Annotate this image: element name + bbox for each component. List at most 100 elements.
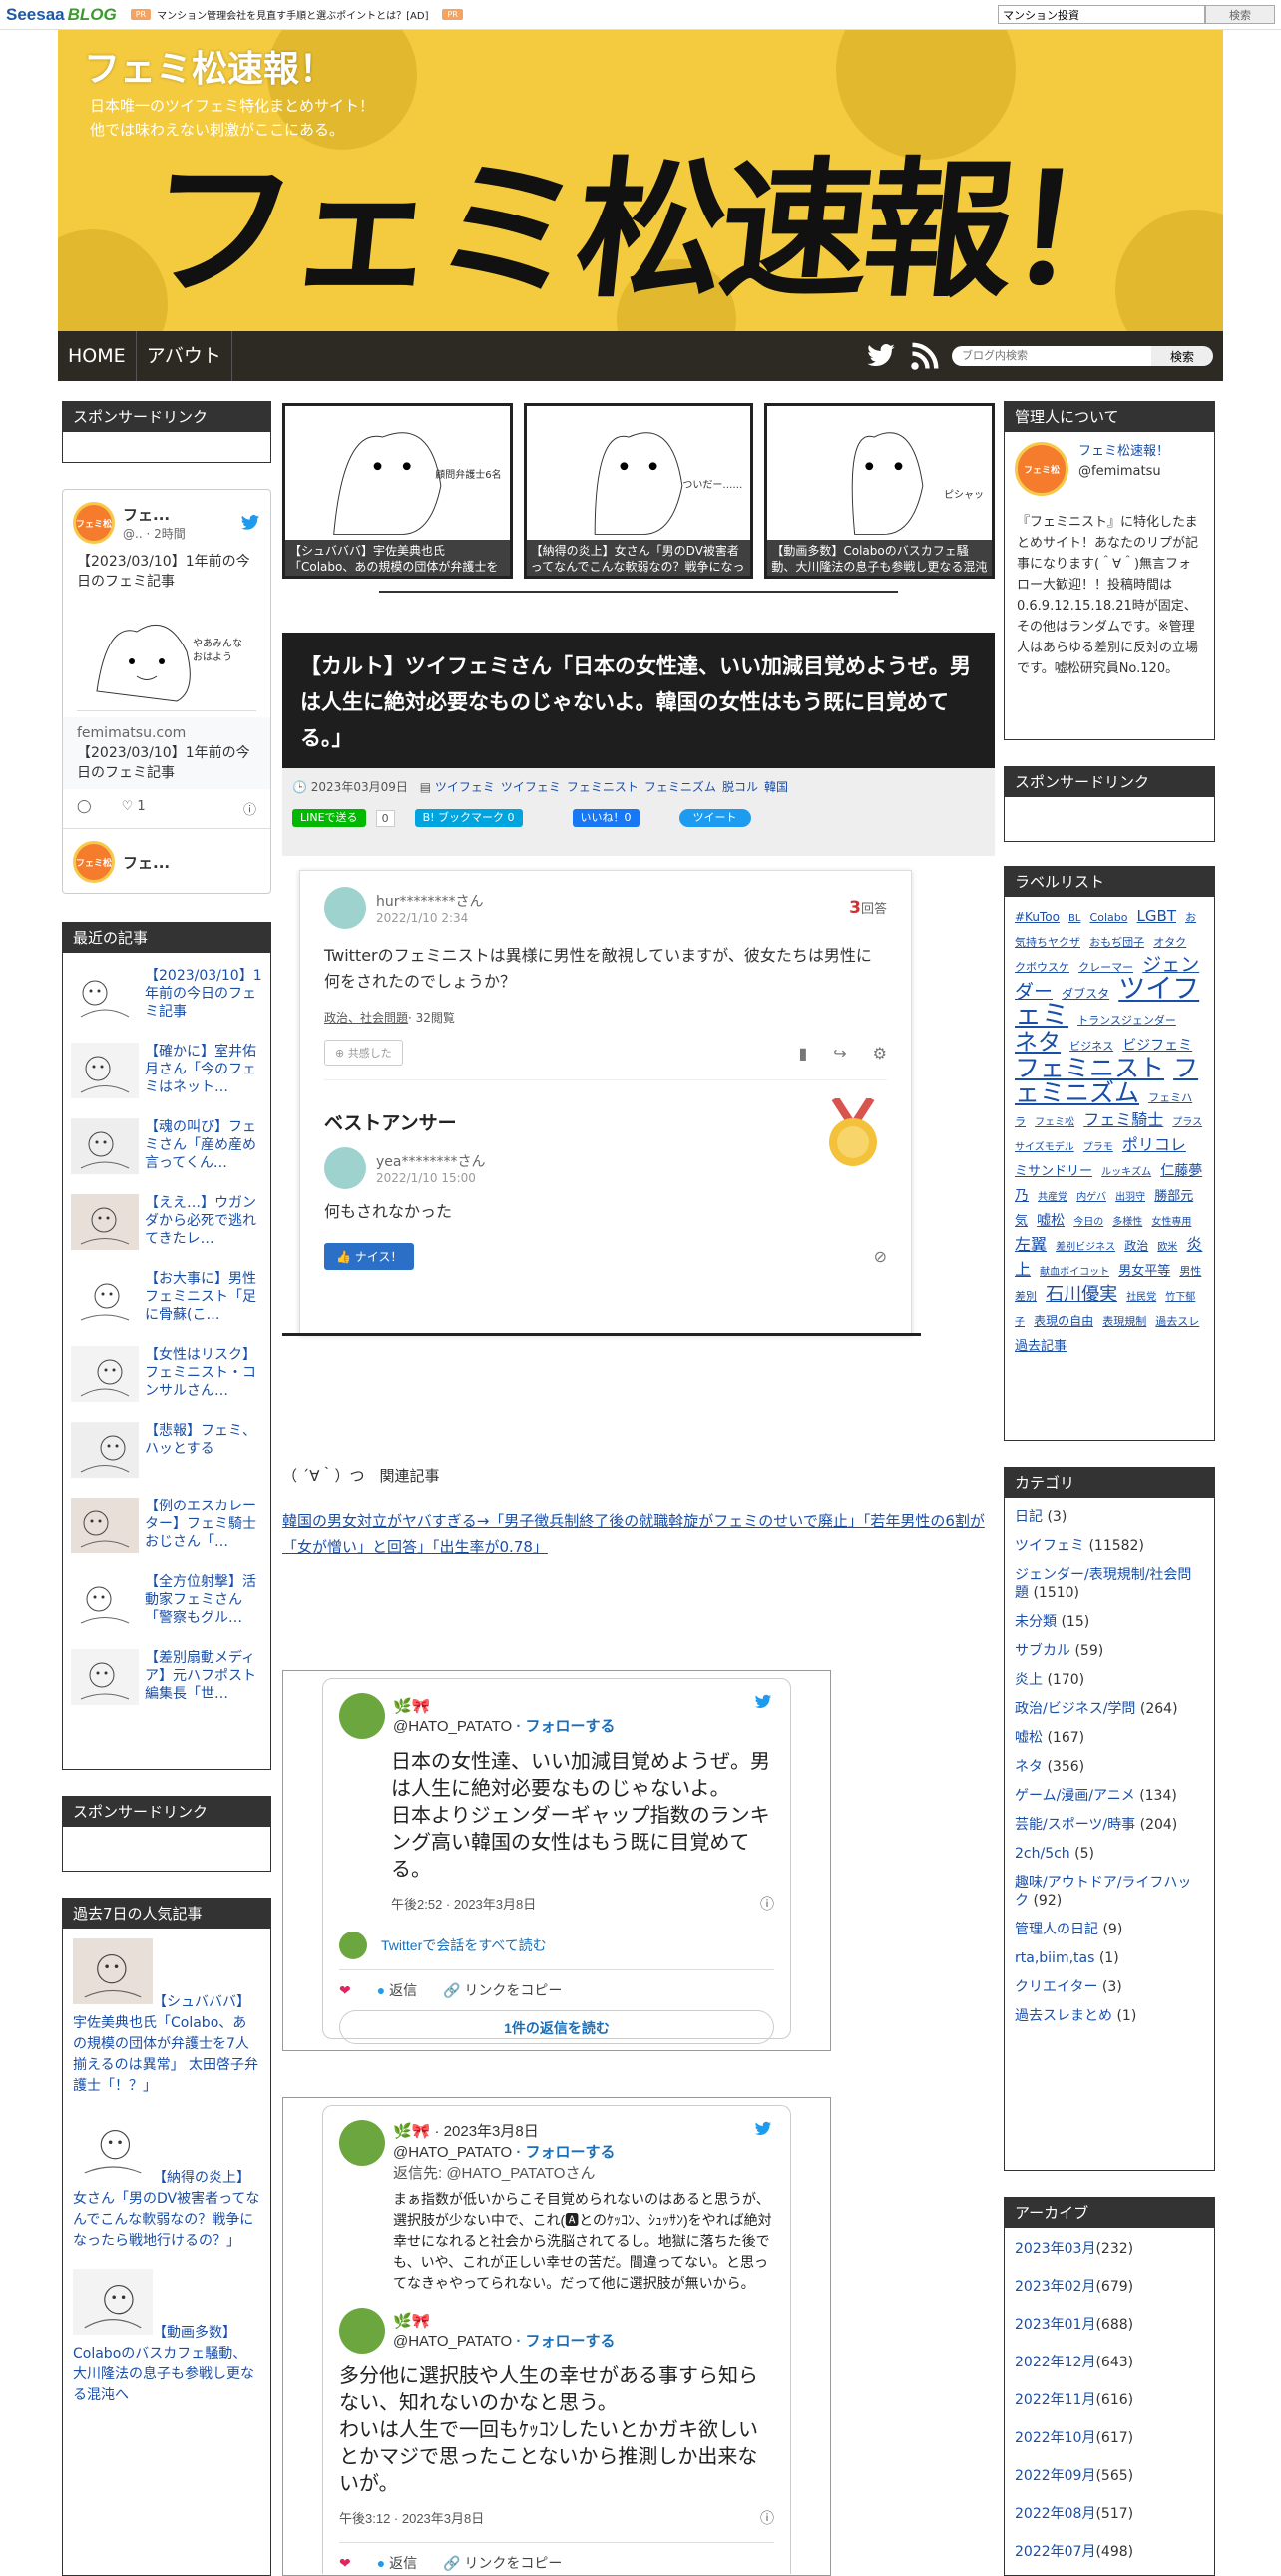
- archive-link[interactable]: 2022年08月: [1015, 2506, 1095, 2522]
- tweet-time[interactable]: 午後3:12 · 2023年3月8日: [339, 2508, 484, 2528]
- label-link[interactable]: 欧米: [1157, 1242, 1177, 1253]
- category-item[interactable]: 政治/ビジネス/学問 (264): [1005, 1689, 1214, 1718]
- category-link[interactable]: rta,biim,tas: [1015, 1950, 1094, 1966]
- bookmark-icon[interactable]: ▮: [798, 1044, 807, 1063]
- label-link[interactable]: 石川優実: [1046, 1284, 1117, 1305]
- site-header[interactable]: フェミ松速報！ 日本唯一のツイフェミ特化まとめサイト！ 他では味わえない刺激がこ…: [58, 30, 1223, 331]
- label-link[interactable]: 嘘松: [1037, 1213, 1065, 1229]
- category-link[interactable]: 芸能/スポーツ/時事: [1015, 1817, 1135, 1833]
- label-link[interactable]: プラモ: [1083, 1142, 1113, 1153]
- tweet-author[interactable]: 🌿🎀 · 2023年3月8日: [393, 2120, 774, 2141]
- heart-icon[interactable]: ❤: [339, 2555, 351, 2572]
- reply-icon[interactable]: ◯: [77, 799, 92, 818]
- info-icon[interactable]: ⓘ: [760, 2508, 774, 2528]
- category-link[interactable]: クリエイター: [1015, 1979, 1097, 1995]
- recent-post-item[interactable]: 【例のエスカレーター】フェミ騎士おじさん「…: [63, 1484, 270, 1559]
- label-link[interactable]: トランスジェンダー: [1077, 1014, 1176, 1027]
- recent-post-link[interactable]: 【差別扇動メディア】元ハフポスト編集長「世…: [145, 1649, 262, 1705]
- label-link[interactable]: 差別ビジネス: [1056, 1242, 1115, 1253]
- label-link[interactable]: ルッキズム: [1101, 1167, 1151, 1178]
- recent-post-link[interactable]: 【確かに】室井佑月さん「今のフェミはネット…: [145, 1043, 262, 1098]
- recent-post-item[interactable]: 【ええ…】ウガンダから必死で逃れてきたレ…: [63, 1180, 270, 1256]
- recent-post-item[interactable]: 【確かに】室井佑月さん「今のフェミはネット…: [63, 1029, 270, 1104]
- label-link[interactable]: 表現規制: [1102, 1315, 1146, 1328]
- archive-item[interactable]: 2022年07月(498): [1005, 2531, 1214, 2569]
- label-link[interactable]: 政治: [1124, 1239, 1148, 1253]
- share-icon[interactable]: ↪: [833, 1044, 846, 1063]
- category-link[interactable]: ゲーム/漫画/アニメ: [1015, 1788, 1135, 1804]
- category-item[interactable]: 管理人の日記 (9): [1005, 1910, 1214, 1938]
- category-item[interactable]: 日記 (3): [1005, 1498, 1214, 1526]
- label-link[interactable]: オタク: [1153, 936, 1186, 949]
- seesaa-logo[interactable]: Seesaa BLOG: [6, 5, 117, 25]
- archive-link[interactable]: 2022年11月: [1015, 2392, 1095, 2408]
- label-link[interactable]: BL: [1068, 913, 1080, 924]
- post-thumbnail[interactable]: [71, 1194, 139, 1250]
- blog-search-input[interactable]: [952, 346, 1151, 366]
- category-link[interactable]: 過去スレまとめ: [1015, 2008, 1112, 2024]
- category-link[interactable]: 未分類: [1015, 1614, 1057, 1630]
- recent-post-item[interactable]: 【全方位射撃】活動家フェミさん「警察もグル…: [63, 1559, 270, 1635]
- twitter-bird-icon[interactable]: [240, 513, 260, 533]
- avatar[interactable]: フェミ松: [73, 841, 115, 883]
- nice-button[interactable]: 👍 ナイス！: [324, 1243, 415, 1270]
- twitter-bird-icon[interactable]: [752, 1693, 774, 1711]
- category-item[interactable]: ネタ (356): [1005, 1747, 1214, 1776]
- post-thumbnail[interactable]: [71, 1118, 139, 1174]
- tweet-author[interactable]: 🌿🎀: [393, 2312, 615, 2330]
- category-item[interactable]: 未分類 (15): [1005, 1602, 1214, 1631]
- rss-icon[interactable]: [908, 341, 942, 371]
- recent-post-link[interactable]: 【魂の叫び】フェミさん「産め産め言ってくん…: [145, 1118, 262, 1174]
- featured-post-card[interactable]: ピシャッ 【動画多数】Colaboのバスカフェ騒動、大川隆法の息子も参戦し更なる混…: [764, 403, 996, 579]
- featured-post-caption[interactable]: 【シュバババ】宇佐美典也氏「Colabo、あの規模の団体が弁護士を7人揃える: [285, 540, 510, 576]
- archive-item[interactable]: 2023年02月(679): [1005, 2266, 1214, 2304]
- recent-post-link[interactable]: 【2023/03/10】1年前の今日のフェミ記事: [145, 967, 262, 1023]
- label-link[interactable]: フェミ松: [1035, 1117, 1074, 1128]
- hatena-bookmark-button[interactable]: B! ブックマーク 0: [414, 809, 523, 827]
- archive-link[interactable]: 2022年12月: [1015, 2355, 1095, 2370]
- recent-post-item[interactable]: 【お大事に】男性フェミニスト「足に骨蘇(こ…: [63, 1256, 270, 1332]
- category-link[interactable]: 2ch/5ch: [1015, 1846, 1070, 1862]
- post-thumbnail[interactable]: [71, 1498, 139, 1553]
- reply-button[interactable]: ● 返信: [377, 2553, 417, 2573]
- recent-post-item[interactable]: 【差別扇動メディア】元ハフポスト編集長「世…: [63, 1635, 270, 1711]
- article-category-link[interactable]: 脱コル: [722, 780, 758, 794]
- label-link[interactable]: 表現の自由: [1034, 1314, 1093, 1328]
- tweet-share-button[interactable]: ツイート: [678, 809, 751, 827]
- post-thumbnail[interactable]: [73, 2112, 153, 2182]
- recent-post-link[interactable]: 【ええ…】ウガンダから必死で逃れてきたレ…: [145, 1194, 262, 1250]
- recent-post-link[interactable]: 【女性はリスク】フェミニスト・コンサルさん…: [145, 1346, 262, 1402]
- reply-button[interactable]: ● 返信: [377, 1980, 417, 2000]
- post-thumbnail[interactable]: [71, 1270, 139, 1326]
- article-category-link[interactable]: 韓国: [764, 780, 788, 794]
- recent-post-link[interactable]: 【お大事に】男性フェミニスト「足に骨蘇(こ…: [145, 1270, 262, 1326]
- label-link[interactable]: 今日の: [1073, 1217, 1103, 1228]
- recent-post-link[interactable]: 【悲報】フェミ、ハッとする: [145, 1422, 262, 1478]
- label-link[interactable]: 社民党: [1126, 1292, 1156, 1303]
- info-icon[interactable]: ⓘ: [760, 1894, 774, 1914]
- archive-link[interactable]: 2022年09月: [1015, 2468, 1095, 2484]
- recent-post-link[interactable]: 【全方位射撃】活動家フェミさん「警察もグル…: [145, 1573, 262, 1629]
- category-item[interactable]: ジェンダー/表現規制/社会問題 (1510): [1005, 1555, 1214, 1602]
- like-button[interactable]: ♡ 1: [122, 799, 146, 818]
- label-link[interactable]: Colabo: [1090, 911, 1128, 924]
- nav-about[interactable]: アバウト: [137, 331, 232, 381]
- heart-icon[interactable]: ❤: [339, 1982, 351, 1999]
- blog-search-button[interactable]: 検索: [1151, 346, 1213, 366]
- post-thumbnail[interactable]: [73, 1936, 153, 2006]
- popular-post-item[interactable]: 【動画多数】Colaboのバスカフェ騒動、大川隆法の息子も参戦し更なる混沌へ: [63, 2259, 270, 2413]
- twitter-icon[interactable]: [864, 341, 898, 371]
- read-replies-button[interactable]: 1件の返信を読む: [339, 2010, 774, 2044]
- label-link[interactable]: 過去記事: [1015, 1339, 1067, 1354]
- read-conversation-link[interactable]: Twitterで会話をすべて読む: [381, 1935, 547, 1955]
- label-link[interactable]: ビジネス: [1069, 1040, 1113, 1053]
- archive-link[interactable]: 2023年01月: [1015, 2317, 1095, 2333]
- gear-icon[interactable]: ⚙: [873, 1044, 887, 1063]
- featured-post-caption[interactable]: 【動画多数】Colaboのバスカフェ騒動、大川隆法の息子も参戦し更なる混沌へ: [767, 540, 993, 576]
- ad-link[interactable]: マンション管理会社を見直す手順と選ぶポイントとは？[AD]: [157, 7, 428, 22]
- featured-post-card[interactable]: 顧問弁護士6名 【シュバババ】宇佐美典也氏「Colabo、あの規模の団体が弁護士を…: [282, 403, 513, 579]
- category-item[interactable]: ツイフェミ (11582): [1005, 1526, 1214, 1555]
- archive-item[interactable]: 2023年01月(688): [1005, 2304, 1214, 2342]
- archive-item[interactable]: 2022年09月(565): [1005, 2455, 1214, 2493]
- tweet-author[interactable]: フェ...: [123, 852, 170, 873]
